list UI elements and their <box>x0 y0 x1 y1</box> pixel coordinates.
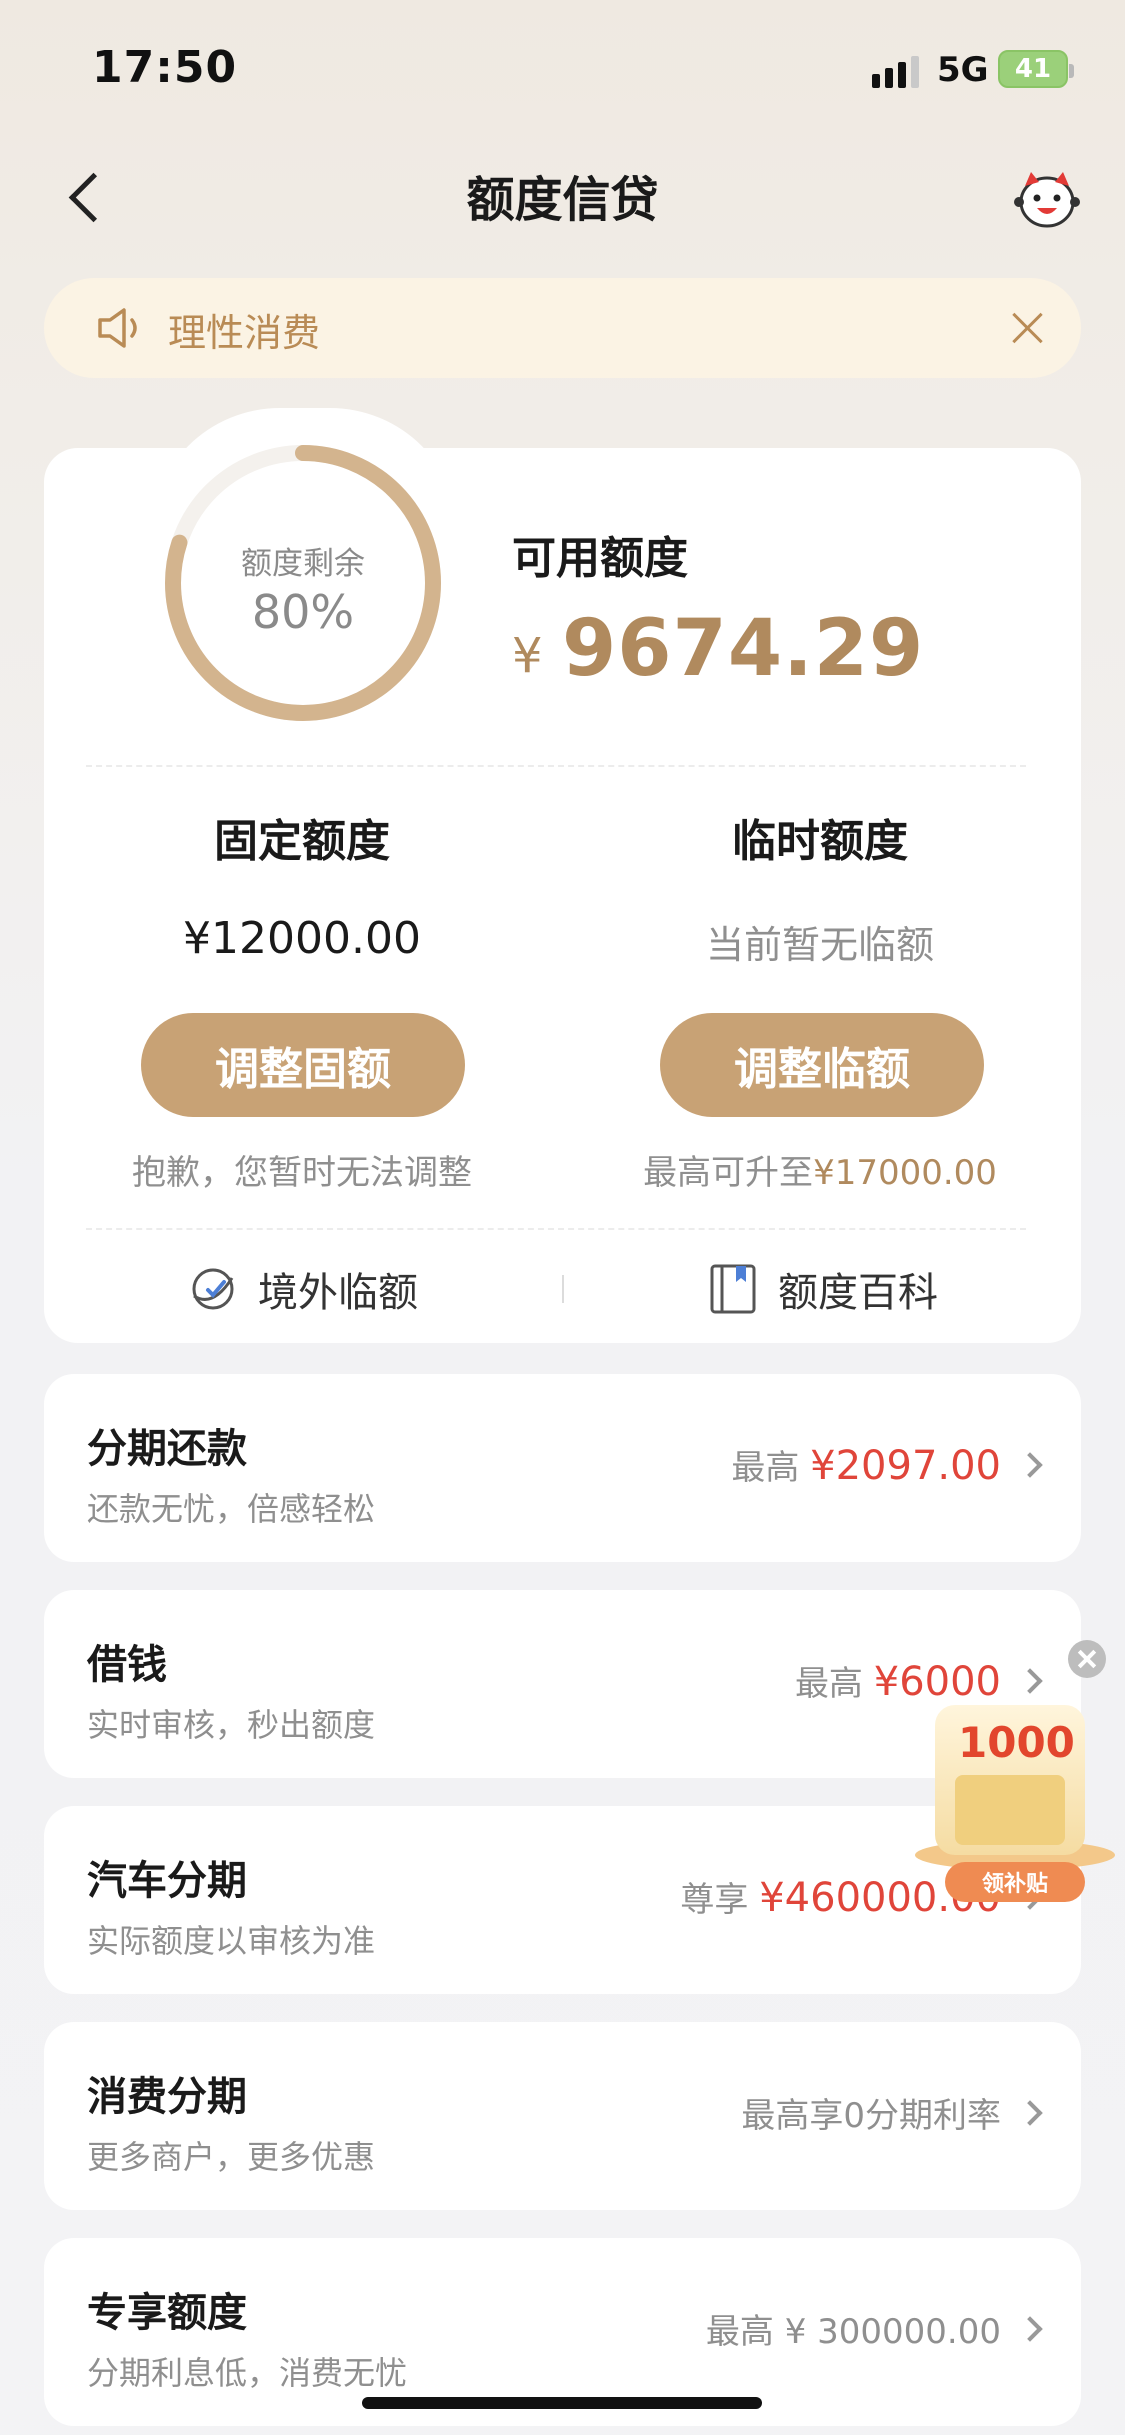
page-title: 额度信贷 <box>466 172 659 228</box>
globe-icon <box>192 1268 234 1310</box>
overseas-quota-label: 境外临额 <box>258 1270 418 1316</box>
chevron-right-icon <box>1017 1452 1043 1478</box>
list-item-borrow[interactable]: 借钱 实时审核，秒出额度 最高 ¥6000 <box>44 1590 1081 1778</box>
item-title: 分期还款 <box>87 1426 247 1472</box>
quota-ring <box>165 445 441 721</box>
available-label: 可用额度 <box>512 533 688 584</box>
quota-encyclopedia-label: 额度百科 <box>778 1270 938 1316</box>
ring-percent: 80% <box>251 585 355 639</box>
temp-note-prefix: 最高可升至 <box>643 1153 814 1193</box>
status-time: 17:50 <box>92 42 238 93</box>
divider <box>86 1228 1026 1230</box>
battery-level: 41 <box>1014 54 1052 84</box>
adjust-fixed-button[interactable]: 调整固额 <box>141 1013 465 1117</box>
close-ad-icon[interactable] <box>1068 1640 1106 1678</box>
item-subtitle: 分期利息低，消费无忧 <box>87 2354 408 2392</box>
item-subtitle: 还款无忧，倍感轻松 <box>87 1490 376 1528</box>
adjust-temp-button[interactable]: 调整临额 <box>660 1013 984 1117</box>
close-icon[interactable] <box>1006 306 1050 350</box>
status-bar: 17:50 5G 41 <box>0 0 1125 140</box>
temp-quota-value: 当前暂无临额 <box>705 923 934 967</box>
item-prefix: 最高享0分期利率 <box>741 2096 1001 2136</box>
temp-note: 最高可升至¥17000.00 <box>580 1145 1060 1194</box>
signal-icon <box>872 54 919 88</box>
item-prefix: 尊享 <box>680 1880 749 1920</box>
quota-encyclopedia-link[interactable]: 额度百科 <box>708 1260 938 1318</box>
item-title: 消费分期 <box>87 2074 247 2120</box>
envelope-icon <box>955 1775 1065 1845</box>
notice-banner: 理性消费 <box>44 278 1081 378</box>
notice-text: 理性消费 <box>168 311 321 355</box>
book-icon <box>710 1264 756 1314</box>
chevron-right-icon <box>1017 2100 1043 2126</box>
item-prefix: 最高 ¥ 300000.00 <box>705 2312 1001 2352</box>
item-prefix: 最高 <box>794 1664 863 1704</box>
item-subtitle: 实际额度以审核为准 <box>87 1922 376 1960</box>
claim-subsidy-button[interactable]: 领补贴 <box>945 1862 1085 1902</box>
fixed-note: 抱歉，您暂时无法调整 <box>132 1153 472 1193</box>
fixed-quota-value: ¥12000.00 <box>183 913 421 964</box>
overseas-quota-link[interactable]: 境外临额 <box>188 1260 418 1318</box>
item-value: 最高享0分期利率 <box>741 2088 1001 2137</box>
home-indicator <box>362 2397 762 2409</box>
network-type: 5G <box>937 50 989 90</box>
item-value: 最高 ¥2097.00 <box>731 1440 1001 1489</box>
item-title: 专享额度 <box>87 2290 247 2336</box>
item-subtitle: 更多商户，更多优惠 <box>87 2138 376 2176</box>
link-divider <box>562 1275 564 1303</box>
list-item-consumer-installment[interactable]: 消费分期 更多商户，更多优惠 最高享0分期利率 <box>44 2022 1081 2210</box>
item-amount: ¥2097.00 <box>810 1443 1001 1489</box>
item-subtitle: 实时审核，秒出额度 <box>87 1706 376 1744</box>
temp-note-amount: ¥17000.00 <box>813 1153 997 1193</box>
item-amount: ¥6000 <box>873 1659 1001 1705</box>
ring-label: 额度剩余 <box>241 546 365 582</box>
item-value: 最高 ¥ 300000.00 <box>706 2304 1001 2353</box>
item-value: 最高 ¥6000 <box>795 1656 1001 1705</box>
list-item-car-installment[interactable]: 汽车分期 实际额度以审核为准 尊享 ¥460000.00 <box>44 1806 1081 1994</box>
item-title: 借钱 <box>87 1642 167 1688</box>
chevron-right-icon <box>1017 2316 1043 2342</box>
list-item-installment-repay[interactable]: 分期还款 还款无忧，倍感轻松 最高 ¥2097.00 <box>44 1374 1081 1562</box>
speaker-icon <box>96 306 144 350</box>
battery-icon: 41 <box>998 50 1074 88</box>
divider <box>86 765 1026 767</box>
customer-service-icon[interactable] <box>1013 168 1081 230</box>
temp-quota-title: 临时额度 <box>732 816 908 867</box>
item-prefix: 最高 <box>731 1448 800 1488</box>
ad-amount: 1000 <box>958 1718 1075 1767</box>
item-title: 汽车分期 <box>87 1858 247 1904</box>
fixed-quota-title: 固定额度 <box>214 816 390 867</box>
chevron-right-icon <box>1017 1668 1043 1694</box>
available-value: 9674.29 <box>562 604 925 694</box>
available-currency: ¥ <box>512 628 543 684</box>
